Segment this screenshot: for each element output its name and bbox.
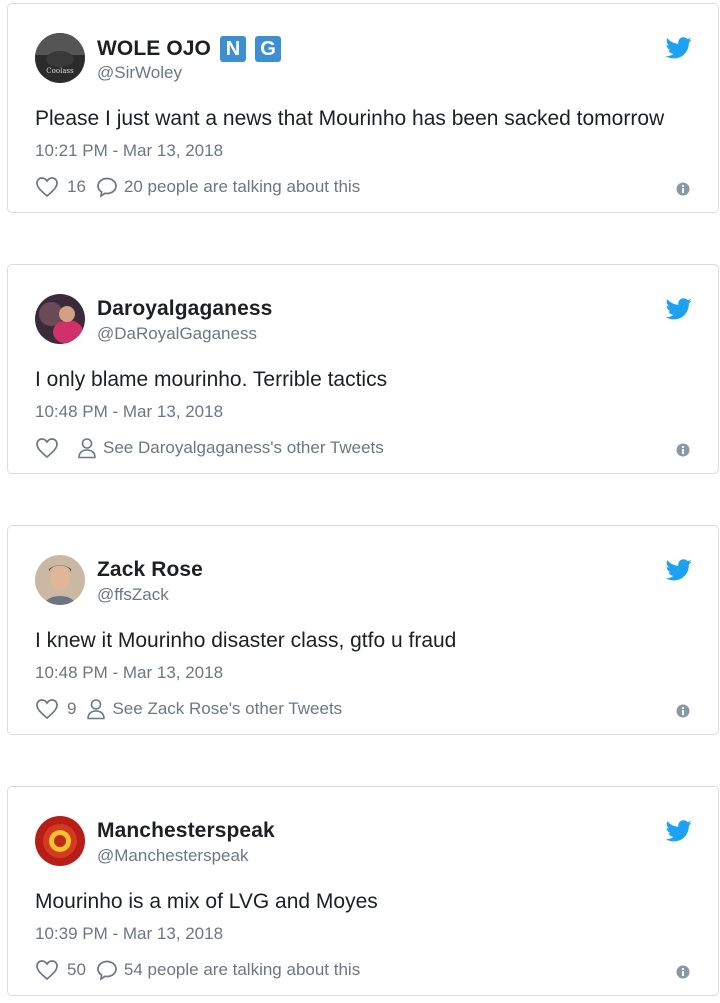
badge-g: G [254,36,281,62]
user-handle[interactable]: @ffsZack [97,585,169,605]
speech-bubble-icon[interactable] [96,176,118,198]
heart-icon[interactable] [35,959,59,981]
like-count: 9 [67,699,77,718]
tweet-timestamp[interactable]: 10:48 PM - Mar 13, 2018 [35,663,223,683]
other-tweets-link[interactable]: See Daroyalgaganess's other Tweets [103,438,384,458]
heart-icon[interactable] [35,437,59,459]
person-icon[interactable] [77,437,97,459]
like-count: 16 [67,177,86,196]
twitter-bird-icon[interactable] [666,559,692,581]
avatar[interactable] [35,294,85,344]
info-icon[interactable] [676,443,690,457]
conversation-link[interactable]: 20 people are talking about this [124,177,360,197]
tweet-text: I only blame mourinho. Terrible tactics [35,368,388,391]
tweet-actions: 50 54 people are talking about this [35,959,360,981]
tweet-actions: See Daroyalgaganess's other Tweets [35,437,384,459]
svg-text:Coolass: Coolass [46,67,74,75]
twitter-bird-icon[interactable] [666,820,692,842]
avatar[interactable] [35,816,85,866]
tweet-card[interactable]: Coolass WOLE OJO N G @SirWoley Please I … [7,3,719,213]
conversation-link[interactable]: 54 people are talking about this [124,960,360,980]
tweet-card[interactable]: Daroyalgaganess @DaRoyalGaganess I only … [7,264,719,474]
avatar-image [35,555,85,605]
tweet-text: I knew it Mourinho disaster class, gtfo … [35,629,457,652]
user-handle[interactable]: @SirWoley [97,63,182,83]
twitter-bird-icon[interactable] [666,37,692,59]
avatar-image: Coolass [35,33,85,83]
heart-icon[interactable] [35,176,59,198]
person-icon[interactable] [86,698,106,720]
speech-bubble-icon[interactable] [96,959,118,981]
avatar[interactable]: Coolass [35,33,85,83]
info-icon[interactable] [676,704,690,718]
tweet-actions: 9 See Zack Rose's other Tweets [35,698,342,720]
like-count: 50 [67,960,86,979]
tweet-text: Mourinho is a mix of LVG and Moyes [35,890,378,913]
avatar-image [35,294,85,344]
twitter-bird-icon[interactable] [666,298,692,320]
tweet-timestamp[interactable]: 10:48 PM - Mar 13, 2018 [35,402,223,422]
tweet-actions: 16 20 people are talking about this [35,176,360,198]
heart-icon[interactable] [35,698,59,720]
user-handle[interactable]: @DaRoyalGaganess [97,324,257,344]
badge-n: N [219,36,246,62]
tweet-card[interactable]: Manchesterspeak @Manchesterspeak Mourinh… [7,786,719,996]
tweet-text: Please I just want a news that Mourinho … [35,107,665,130]
info-icon[interactable] [676,182,690,196]
info-icon[interactable] [676,965,690,979]
user-handle[interactable]: @Manchesterspeak [97,846,248,866]
avatar-image [35,816,85,866]
user-name[interactable]: Zack Rose [97,558,203,582]
tweet-card[interactable]: Zack Rose @ffsZack I knew it Mourinho di… [7,525,719,735]
tweet-timestamp[interactable]: 10:39 PM - Mar 13, 2018 [35,924,223,944]
tweet-timestamp[interactable]: 10:21 PM - Mar 13, 2018 [35,141,223,161]
user-name[interactable]: WOLE OJO [97,37,211,61]
user-name[interactable]: Manchesterspeak [97,819,275,843]
avatar[interactable] [35,555,85,605]
user-name[interactable]: Daroyalgaganess [97,297,272,321]
other-tweets-link[interactable]: See Zack Rose's other Tweets [112,699,342,719]
